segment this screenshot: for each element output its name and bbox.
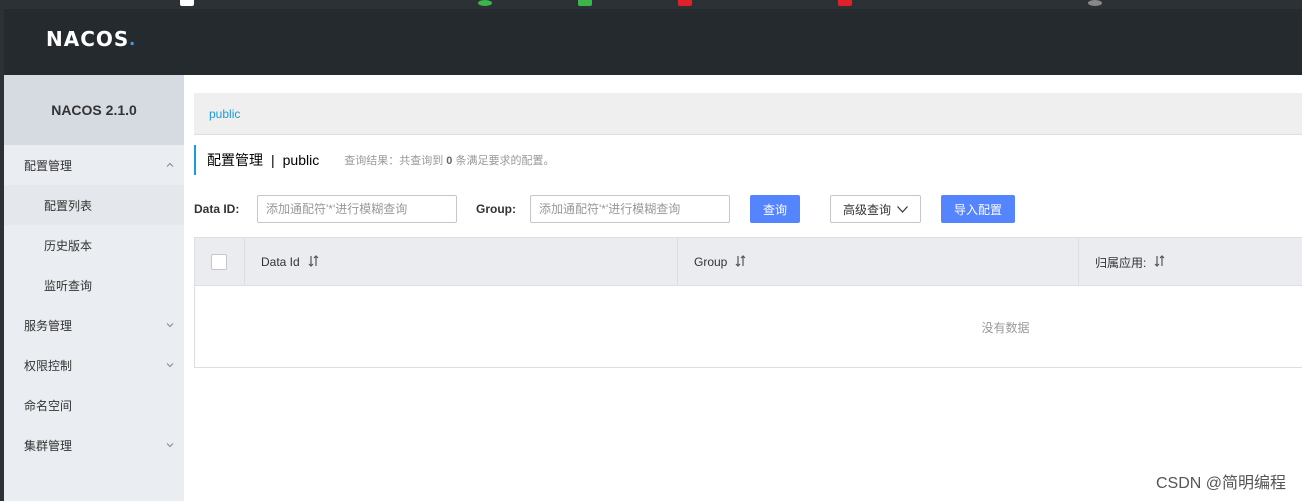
column-header-group[interactable]: Group [678, 238, 1079, 286]
chevron-down-icon [166, 321, 174, 329]
column-label: Data Id [261, 255, 300, 269]
select-all-cell [195, 238, 245, 286]
browser-bookmarks-strip [0, 0, 1302, 9]
sidebar-item-label: 服务管理 [24, 318, 73, 333]
import-config-button[interactable]: 导入配置 [941, 195, 1015, 223]
sidebar-item-label: 命名空间 [24, 398, 73, 413]
sidebar-item-history[interactable]: 历史版本 [4, 225, 184, 265]
title-separator: | [271, 152, 275, 168]
sidebar-item-cluster-management[interactable]: 集群管理 [4, 425, 184, 465]
main-content: public 配置管理 | public 查询结果：共查询到 0 条满足要求的配… [184, 75, 1302, 501]
namespace-tab-public[interactable]: public [209, 107, 240, 121]
chevron-down-icon [166, 361, 174, 369]
table-body: 没有数据 [195, 286, 1302, 368]
sort-icon[interactable] [735, 254, 746, 270]
result-prefix: 查询结果：共查询到 [344, 155, 447, 167]
query-button[interactable]: 查询 [750, 195, 800, 223]
sidebar-item-label: 监听查询 [44, 278, 93, 293]
data-id-label: Data ID: [194, 202, 240, 216]
bookmark-icon[interactable] [578, 0, 592, 6]
advanced-query-button[interactable]: 高级查询 [830, 195, 921, 223]
sidebar-item-label: 配置管理 [24, 158, 73, 173]
sort-icon[interactable] [1154, 254, 1165, 270]
config-table: Data Id Group 归属应用: 没有数据 [194, 237, 1302, 368]
chevron-up-icon [166, 161, 174, 169]
nacos-logo[interactable]: NACOS. [46, 27, 135, 51]
chevron-down-icon [897, 202, 908, 216]
bookmark-icon[interactable] [838, 0, 852, 6]
column-label: 归属应用: [1095, 255, 1147, 270]
sidebar-item-label: 配置列表 [44, 198, 93, 213]
advanced-query-label: 高级查询 [842, 202, 891, 217]
column-header-data-id[interactable]: Data Id [245, 238, 678, 286]
select-all-checkbox[interactable] [211, 254, 227, 270]
empty-state-text: 没有数据 [981, 320, 1030, 335]
bookmark-icon[interactable] [478, 0, 492, 6]
bookmark-icon[interactable] [678, 0, 692, 6]
sidebar-version-title: NACOS 2.1.0 [4, 75, 184, 145]
bookmark-icon[interactable] [180, 0, 194, 6]
column-header-app[interactable]: 归属应用: [1079, 238, 1302, 286]
sidebar-item-label: 集群管理 [24, 438, 73, 453]
namespace-bar: public [194, 93, 1302, 135]
sidebar: NACOS 2.1.0 配置管理 配置列表 历史版本 监听查询 服务管理 权限控… [4, 75, 184, 501]
group-input[interactable] [530, 195, 730, 223]
logo-dot: . [129, 27, 135, 50]
logo-text: NACOS [46, 27, 130, 51]
bookmark-icon[interactable] [1088, 0, 1102, 6]
sidebar-item-label: 权限控制 [24, 358, 73, 373]
data-id-input[interactable] [257, 195, 457, 223]
sidebar-item-config-management[interactable]: 配置管理 [4, 145, 184, 185]
page-title-row: 配置管理 | public 查询结果：共查询到 0 条满足要求的配置。 [194, 145, 554, 175]
filter-row: Data ID: Group: 查询 高级查询 导入配置 [194, 195, 1302, 223]
sidebar-item-label: 历史版本 [44, 238, 93, 253]
title-namespace: public [282, 152, 320, 168]
sort-icon[interactable] [308, 254, 319, 270]
group-label: Group: [476, 202, 516, 216]
chevron-down-icon [166, 441, 174, 449]
sidebar-item-listener-query[interactable]: 监听查询 [4, 265, 184, 305]
watermark: CSDN @简明编程 [1155, 475, 1286, 492]
sidebar-item-config-list[interactable]: 配置列表 [4, 185, 184, 225]
sidebar-item-permission-control[interactable]: 权限控制 [4, 345, 184, 385]
column-label: Group [694, 255, 728, 269]
title-accent-bar [194, 145, 196, 175]
table-header: Data Id Group 归属应用: [195, 238, 1302, 286]
top-navbar: NACOS. [4, 9, 1302, 75]
query-result-info: 查询结果：共查询到 0 条满足要求的配置。 [344, 152, 554, 168]
page-title: 配置管理 [207, 152, 263, 168]
sidebar-item-namespace[interactable]: 命名空间 [4, 385, 184, 425]
sidebar-item-service-management[interactable]: 服务管理 [4, 305, 184, 345]
result-suffix: 条满足要求的配置。 [452, 155, 555, 167]
